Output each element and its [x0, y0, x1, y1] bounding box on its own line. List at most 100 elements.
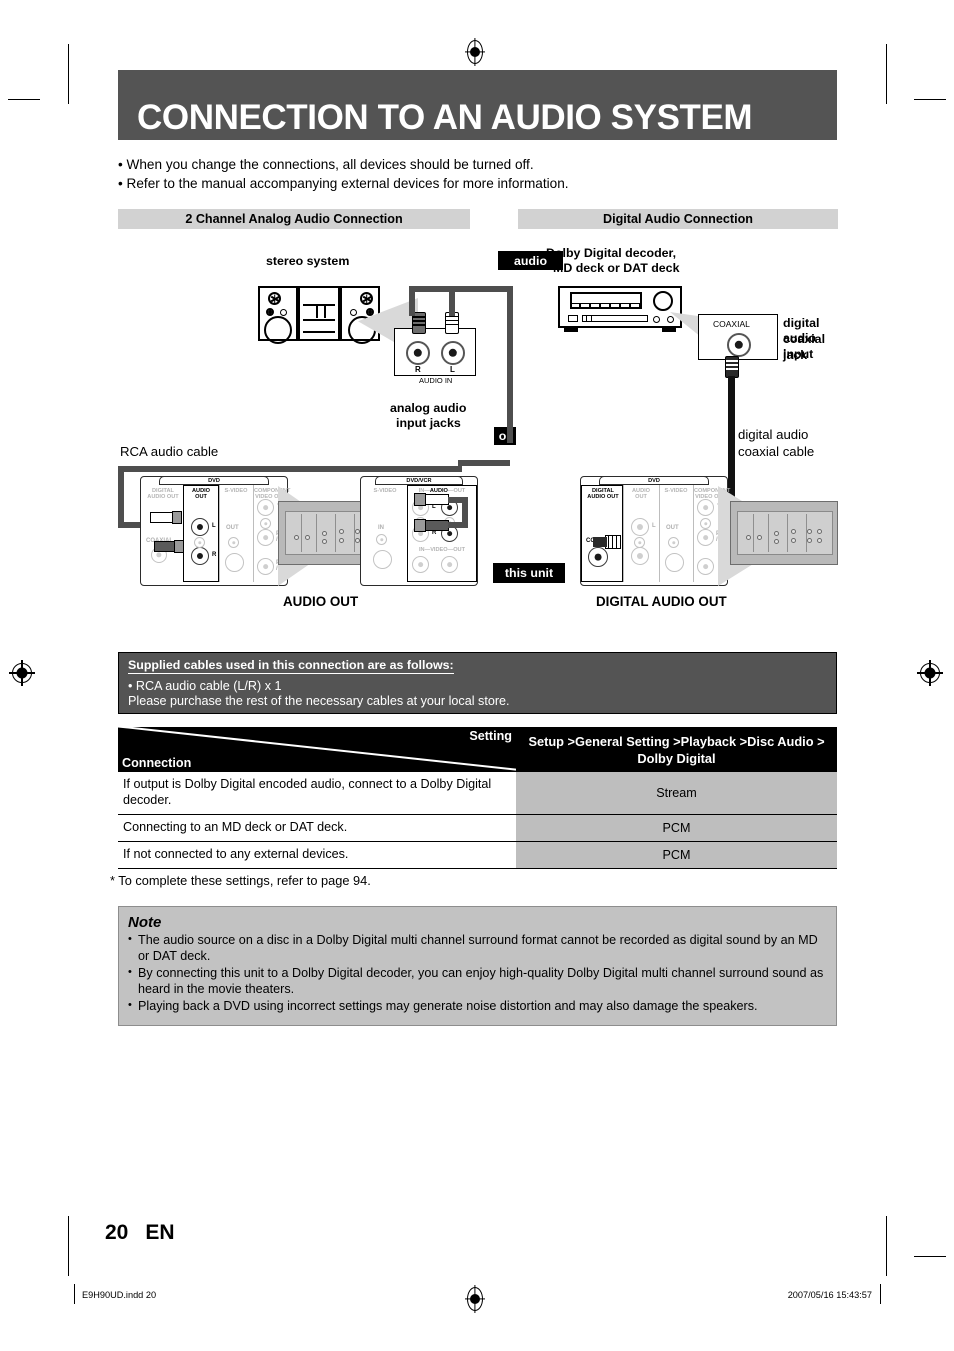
panel-mid-video-out-jack [441, 556, 458, 573]
vcr-cable-seg-vert [462, 497, 468, 525]
crop-mark-bottom-right [886, 1216, 887, 1276]
panel-mid-in-label: IN [378, 525, 384, 531]
jack-label-l: L [450, 365, 455, 374]
rca-audio-cable-label: RCA audio cable [120, 444, 219, 459]
stereo-system-illustration [258, 286, 380, 344]
panel-left-l-label: L [212, 523, 216, 529]
table-footnote: * To complete these settings, refer to p… [110, 873, 371, 888]
analog-audio-input-jackbox: R L AUDIO IN [394, 328, 476, 385]
intro-bullet-1: • When you change the connections, all d… [118, 157, 534, 172]
table-cell-setting: PCM [516, 815, 837, 841]
header-connection-label: Connection [122, 756, 192, 770]
panel-mid-svideo-small [376, 534, 387, 545]
settings-table-header-left: Setting Connection [118, 727, 516, 772]
panel-right-audio-l-jack [631, 518, 649, 536]
audio-out-caption: AUDIO OUT [283, 594, 359, 609]
panel-right-out-label: OUT [666, 525, 679, 531]
table-cell-setting: Stream [516, 772, 837, 814]
jack-label-r: R [415, 365, 421, 374]
coax-cable-label-2: coaxial cable [738, 444, 815, 459]
page-number-block: 20 EN [105, 1221, 175, 1245]
badge-audio: audio [498, 251, 563, 270]
rca-cable-seg-main-vert [507, 286, 513, 443]
colophon-timestamp: 2007/05/16 15:43:57 [787, 1290, 872, 1300]
registration-mark-left [9, 660, 35, 686]
panel-mid-col-svideo: S-VIDEO [373, 488, 397, 494]
panel-left-col-svideo: S-VIDEO [224, 488, 248, 494]
note-item: Playing back a DVD using incorrect setti… [128, 997, 827, 1014]
analog-jacks-label-1: analog audio [390, 401, 467, 415]
digital-audio-out-caption: DIGITAL AUDIO OUT [596, 594, 727, 609]
coaxial-jack-label: COAXIAL [713, 319, 750, 329]
supplied-cables-line2: Please purchase the rest of the necessar… [128, 694, 510, 708]
decoder-label-line2: MD deck or DAT deck [553, 261, 680, 275]
intro-bullet-2: • Refer to the manual accompanying exter… [118, 176, 569, 191]
crop-mark-left-upper [8, 99, 40, 100]
panel-right-coaxial-jack [588, 547, 608, 567]
rear-unit-photo-right [730, 501, 838, 565]
registration-mark-bottom [465, 1285, 485, 1313]
panel-left-audio-r-jack [191, 547, 209, 565]
page-title-bar: CONNECTION TO AN AUDIO SYSTEM [118, 70, 837, 140]
panel-right-col-digital: DIGITAL AUDIO OUT [587, 488, 619, 501]
page-language: EN [145, 1221, 175, 1244]
note-title: Note [128, 914, 162, 931]
vcr-cable-seg-lower [448, 522, 468, 528]
settings-table: Setting Connection Setup >General Settin… [110, 727, 837, 888]
rca-cable-seg-bottom [118, 466, 462, 472]
dvd-rear-panel-left: DVD DIGITAL AUDIO OUT AUDIO OUT S-VIDEO CO… [140, 476, 290, 586]
rca-cable-seg-down-left [118, 466, 124, 528]
panel-left-svideo-extra-jack [228, 537, 239, 548]
speaker-right-icon [340, 286, 380, 344]
panel-left-pb-jack [257, 529, 274, 546]
colophon-rule-right [880, 1284, 881, 1304]
dolby-decoder-illustration [558, 286, 682, 332]
header-path-line1: Setup >General Setting >Playback >Disc A… [528, 733, 825, 749]
rca-cable-seg-right-vert [449, 290, 455, 316]
section-header-digital: Digital Audio Connection [518, 209, 838, 229]
coaxial-input-jackbox: COAXIAL [698, 314, 778, 360]
supplied-cables-line1: • RCA audio cable (L/R) x 1 [128, 679, 282, 693]
registration-mark-top [465, 38, 485, 66]
panel-left-col-digital: DIGITAL AUDIO OUT [147, 488, 179, 501]
stereo-system-label: stereo system [266, 254, 350, 268]
panel-left-r-label: R [212, 552, 217, 558]
speaker-left-icon [258, 286, 298, 344]
panel-mid-svideo-jack [373, 550, 392, 569]
panel-right-l-label: L [652, 523, 656, 529]
connection-diagram: stereo system Dolby Digital decoder, MD … [118, 238, 838, 618]
table-cell-setting: PCM [516, 842, 837, 868]
panel-mid-video-label: IN—VIDEO—OUT [419, 547, 465, 553]
colophon-rule-left [74, 1284, 75, 1304]
analog-jacks-label-2: input jacks [396, 416, 461, 430]
panel-left-audio-l-jack [191, 518, 209, 536]
table-cell-connection: If output is Dolby Digital encoded audio… [118, 772, 516, 814]
table-row: If output is Dolby Digital encoded audio… [118, 772, 837, 815]
table-cell-connection: Connecting to an MD deck or DAT deck. [118, 815, 516, 841]
dvd-rear-panel-right: DVD DIGITAL AUDIO OUT AUDIO OUT S-VIDEO CO… [580, 476, 730, 586]
page-title: CONNECTION TO AN AUDIO SYSTEM [137, 98, 753, 137]
coaxial-rca-jack [727, 333, 751, 357]
note-box: Note The audio source on a disc in a Dol… [118, 906, 837, 1026]
panel-mid-tab: DVD/VCR [374, 476, 464, 485]
receiver-tray [586, 315, 648, 322]
crop-mark-top-right [886, 44, 887, 104]
note-item: The audio source on a disc in a Dolby Di… [128, 931, 827, 965]
header-setting-label: Setting [469, 729, 512, 743]
crop-mark-left-lower [914, 1256, 946, 1257]
table-cell-connection: If not connected to any external devices… [118, 842, 516, 868]
rca-cable-seg-top [409, 286, 513, 292]
panel-right-audio-extra-jack [634, 537, 645, 548]
panel-right-pr-jack [697, 558, 714, 575]
audio-in-label: AUDIO IN [419, 376, 453, 385]
stereo-deck-icon [298, 286, 340, 341]
panel-right-audio-r-jack [631, 547, 649, 565]
panel-left-audio-extra-jack [194, 537, 205, 548]
coax-cable-label-1: digital audio [738, 427, 809, 442]
panel-right-pb-jack [697, 529, 714, 546]
intro-notes: • When you change the connections, all d… [118, 155, 858, 193]
supplied-cables-box: Supplied cables used in this connection … [118, 652, 837, 714]
note-item: By connecting this unit to a Dolby Digit… [128, 964, 827, 998]
panel-right-svideo-extra-jack [668, 537, 679, 548]
settings-table-header-right: Setup >General Setting >Playback >Disc A… [516, 727, 837, 772]
